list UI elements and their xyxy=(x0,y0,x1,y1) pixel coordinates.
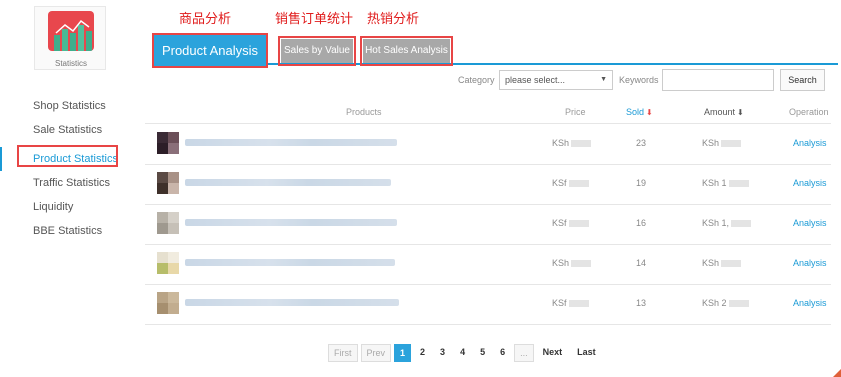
analysis-link[interactable]: Analysis xyxy=(793,258,827,268)
page-button-5[interactable]: 5 xyxy=(474,344,492,362)
sidebar-item-sale-statistics[interactable]: Sale Statistics xyxy=(0,118,140,142)
page-button-3[interactable]: 3 xyxy=(434,344,452,362)
table-row: KSf 16 KSh 1, Analysis xyxy=(145,204,831,244)
sidebar-item-shop-statistics[interactable]: Shop Statistics xyxy=(0,94,140,118)
amount-cell: KSh 1 xyxy=(702,178,749,188)
prev-page-button[interactable]: Prev xyxy=(360,344,392,362)
logo-caption: Statistics xyxy=(54,59,87,68)
category-label: Category xyxy=(458,75,495,85)
price-value: KSh xyxy=(552,258,570,268)
sold-cell: 23 xyxy=(635,138,646,148)
price-cell: KSh xyxy=(552,258,592,268)
sidebar: Statistics Shop Statistics Sale Statisti… xyxy=(0,0,140,377)
annotation-product-analysis: 商品分析 xyxy=(179,12,232,27)
sold-cell: 19 xyxy=(635,178,646,188)
table-row: KSh 23 KSh Analysis xyxy=(145,124,831,164)
last-page-button[interactable]: Last xyxy=(571,344,602,362)
tab-sales-by-value[interactable]: Sales by Value xyxy=(281,39,353,63)
analysis-link[interactable]: Analysis xyxy=(793,218,827,228)
chart-bars-icon xyxy=(48,11,94,51)
product-thumbnail[interactable] xyxy=(157,252,179,274)
amount-value: KSh 2 xyxy=(702,298,727,308)
keywords-label: Keywords xyxy=(619,75,659,85)
amount-value: KSh xyxy=(702,258,720,268)
column-header-amount[interactable]: Amount ⬇ xyxy=(704,107,744,117)
chevron-down-icon: ▼ xyxy=(600,76,607,83)
product-thumbnail[interactable] xyxy=(157,292,179,314)
column-header-sold[interactable]: Sold ⬇ xyxy=(626,107,653,117)
amount-cell: KSh xyxy=(702,138,742,148)
page-button-4[interactable]: 4 xyxy=(454,344,472,362)
amount-cell: KSh 1, xyxy=(702,218,752,228)
next-page-button[interactable]: Next xyxy=(536,344,569,362)
product-name-blurred[interactable] xyxy=(185,259,395,266)
amount-value: KSh 1 xyxy=(702,178,727,188)
statistics-logo[interactable]: Statistics xyxy=(34,6,106,70)
sold-cell: 14 xyxy=(635,258,646,268)
tab-product-analysis[interactable]: Product Analysis xyxy=(154,35,266,66)
price-cell: KSf xyxy=(552,178,589,188)
table-row: KSh 14 KSh Analysis xyxy=(145,244,831,284)
analysis-link[interactable]: Analysis xyxy=(793,138,827,148)
price-value: KSf xyxy=(552,178,567,188)
pagination: First Prev 1 2 3 4 5 6 ... Next Last xyxy=(328,344,605,362)
amount-cell: KSh 2 xyxy=(702,298,749,308)
product-name-blurred[interactable] xyxy=(185,299,399,306)
analysis-link[interactable]: Analysis xyxy=(793,298,827,308)
product-thumbnail[interactable] xyxy=(157,132,179,154)
product-name-blurred[interactable] xyxy=(185,179,391,186)
analysis-link[interactable]: Analysis xyxy=(793,178,827,188)
app-root: Statistics Shop Statistics Sale Statisti… xyxy=(0,0,841,377)
price-value: KSh xyxy=(552,138,570,148)
amount-value: KSh 1, xyxy=(702,218,730,228)
page-button-6[interactable]: 6 xyxy=(494,344,512,362)
price-value: KSf xyxy=(552,298,567,308)
page-button-1[interactable]: 1 xyxy=(394,344,412,362)
sort-down-icon: ⬇ xyxy=(646,108,653,117)
annotation-hot-sales: 热销分析 xyxy=(367,12,420,27)
price-value: KSf xyxy=(552,218,567,228)
first-page-button[interactable]: First xyxy=(328,344,358,362)
sidebar-item-bbe-statistics[interactable]: BBE Statistics xyxy=(0,219,140,243)
table-row: KSf 19 KSh 1 Analysis xyxy=(145,164,831,204)
price-cell: KSf xyxy=(552,298,589,308)
page-button-2[interactable]: 2 xyxy=(414,344,432,362)
amount-value: KSh xyxy=(702,138,720,148)
page-ellipsis: ... xyxy=(514,344,534,362)
corner-decoration xyxy=(833,369,841,377)
product-thumbnail[interactable] xyxy=(157,212,179,234)
column-header-price: Price xyxy=(565,107,586,117)
sold-header-label: Sold xyxy=(626,107,645,117)
keywords-input[interactable] xyxy=(662,69,774,91)
annotation-sales-order-stats: 销售订单统计 xyxy=(275,12,354,27)
category-select-value: please select... xyxy=(505,75,566,85)
table-row: KSf 13 KSh 2 Analysis xyxy=(145,284,831,324)
product-name-blurred[interactable] xyxy=(185,139,397,146)
highlight-box-product-statistics xyxy=(17,145,118,167)
side-nav: Shop Statistics Sale Statistics Product … xyxy=(0,94,140,243)
tab-hot-sales-analysis[interactable]: Hot Sales Analysis xyxy=(363,39,450,63)
column-header-products: Products xyxy=(346,107,382,117)
price-cell: KSh xyxy=(552,138,592,148)
sort-down-icon: ⬇ xyxy=(737,108,744,117)
sold-cell: 13 xyxy=(635,298,646,308)
sidebar-item-traffic-statistics[interactable]: Traffic Statistics xyxy=(0,171,140,195)
amount-cell: KSh xyxy=(702,258,742,268)
product-thumbnail[interactable] xyxy=(157,172,179,194)
sidebar-item-liquidity[interactable]: Liquidity xyxy=(0,195,140,219)
sold-cell: 16 xyxy=(635,218,646,228)
price-cell: KSf xyxy=(552,218,589,228)
column-header-operation: Operation xyxy=(789,107,829,117)
row-divider xyxy=(145,324,831,325)
amount-header-label: Amount xyxy=(704,107,736,117)
search-button[interactable]: Search xyxy=(780,69,825,91)
product-name-blurred[interactable] xyxy=(185,219,397,226)
category-select[interactable]: please select... ▼ xyxy=(499,70,613,90)
